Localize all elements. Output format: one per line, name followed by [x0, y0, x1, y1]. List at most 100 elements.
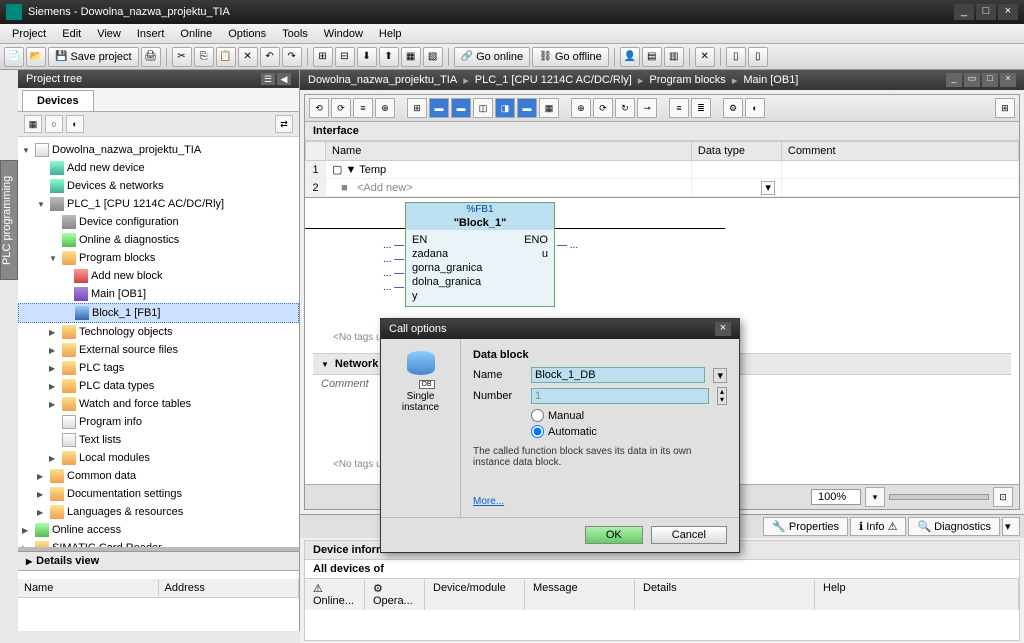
tree-local-modules[interactable]: ▶Local modules [18, 449, 299, 467]
tree-common-data[interactable]: ▶Common data [18, 467, 299, 485]
tree-tool-4[interactable]: ⇄ [275, 115, 293, 133]
iface-col-name[interactable]: Name [326, 142, 692, 161]
et-2[interactable]: ⟳ [331, 98, 351, 118]
et-1[interactable]: ⟲ [309, 98, 329, 118]
et-expand[interactable]: ⊞ [995, 98, 1015, 118]
tree-root[interactable]: ▼Dowolna_nazwa_projektu_TIA [18, 141, 299, 159]
info-tab[interactable]: ℹInfo ⚠ [850, 517, 906, 536]
undo-button[interactable]: ↶ [260, 47, 280, 67]
editor-restore[interactable]: ▭ [964, 73, 980, 87]
menu-edit[interactable]: Edit [54, 28, 89, 40]
et-16[interactable]: ≡ [669, 98, 689, 118]
tool-button-2[interactable]: ⊟ [335, 47, 355, 67]
zoom-slider[interactable] [889, 494, 989, 500]
minimize-button[interactable]: _ [954, 4, 974, 20]
et-13[interactable]: ⟳ [593, 98, 613, 118]
iface-col-comment[interactable]: Comment [781, 142, 1018, 161]
di-col-details[interactable]: Details [635, 579, 815, 610]
tree-add-device[interactable]: Add new device [18, 159, 299, 177]
number-spinner[interactable]: ▴▾ [717, 387, 727, 405]
go-online-button[interactable]: 🔗 Go online [454, 47, 531, 67]
tree-add-block[interactable]: Add new block [18, 267, 299, 285]
open-button[interactable]: 📂 [26, 47, 46, 67]
download-button[interactable]: ⬇ [357, 47, 377, 67]
dialog-close-button[interactable]: × [715, 322, 731, 336]
tool-button-5[interactable]: 👤 [620, 47, 640, 67]
et-11[interactable]: ▦ [539, 98, 559, 118]
tool-button-1[interactable]: ⊞ [313, 47, 333, 67]
et-3[interactable]: ≡ [353, 98, 373, 118]
tree-watch-tables[interactable]: ▶Watch and force tables [18, 395, 299, 413]
upload-button[interactable]: ⬆ [379, 47, 399, 67]
iface-addnew-row[interactable]: ■ <Add new> [326, 179, 692, 197]
et-17[interactable]: ≣ [691, 98, 711, 118]
menu-project[interactable]: Project [4, 28, 54, 40]
zoom-fit[interactable]: ⊡ [993, 487, 1013, 507]
manual-radio[interactable] [531, 409, 544, 422]
fb-block-instance[interactable]: %FB1 "Block_1" EN zadana gorna_granica d… [405, 202, 555, 307]
db-name-input[interactable] [531, 367, 705, 383]
et-15[interactable]: ⊸ [637, 98, 657, 118]
tree-text-lists[interactable]: Text lists [18, 431, 299, 449]
menu-window[interactable]: Window [316, 28, 371, 40]
new-button[interactable]: 📄 [4, 47, 24, 67]
bc-plc[interactable]: PLC_1 [CPU 1214C AC/DC/Rly] [475, 74, 632, 86]
details-view-title[interactable]: Details view [18, 552, 299, 571]
tool-button-9[interactable]: ▯ [726, 47, 746, 67]
tree-doc-settings[interactable]: ▶Documentation settings [18, 485, 299, 503]
save-project-button[interactable]: 💾 Save project [48, 47, 139, 67]
et-5[interactable]: ⊞ [407, 98, 427, 118]
cancel-button[interactable]: Cancel [651, 526, 727, 544]
bc-blocks[interactable]: Program blocks [649, 74, 725, 86]
redo-button[interactable]: ↷ [282, 47, 302, 67]
menu-view[interactable]: View [89, 28, 129, 40]
et-8[interactable]: ◫ [473, 98, 493, 118]
print-button[interactable]: 🖨 [141, 47, 161, 67]
tree-tool-1[interactable]: ▦ [24, 115, 42, 133]
tool-button-7[interactable]: ▥ [664, 47, 684, 67]
tree-plc-tags[interactable]: ▶PLC tags [18, 359, 299, 377]
menu-options[interactable]: Options [220, 28, 274, 40]
bc-main[interactable]: Main [OB1] [743, 74, 798, 86]
iface-temp-row[interactable]: ▢ ▼ Temp [326, 161, 692, 179]
cut-button[interactable]: ✂ [172, 47, 192, 67]
zoom-value[interactable]: 100% [811, 489, 861, 505]
tree-online-access[interactable]: ▶Online access [18, 521, 299, 539]
tree-block1-fb1[interactable]: Block_1 [FB1] [18, 303, 299, 323]
tool-button-8[interactable]: ✕ [695, 47, 715, 67]
editor-maximize[interactable]: □ [982, 73, 998, 87]
tree-lang-res[interactable]: ▶Languages & resources [18, 503, 299, 521]
et-9[interactable]: ◨ [495, 98, 515, 118]
editor-minimize[interactable]: _ [946, 73, 962, 87]
devices-tab[interactable]: Devices [22, 90, 94, 111]
menu-help[interactable]: Help [371, 28, 410, 40]
diagnostics-tab[interactable]: 🔍Diagnostics [908, 517, 1000, 536]
copy-button[interactable]: ⎘ [194, 47, 214, 67]
ok-button[interactable]: OK [585, 526, 643, 544]
tree-tool-2[interactable]: ○ [45, 115, 63, 133]
tree-card-reader[interactable]: ▶SIMATIC Card Reader [18, 539, 299, 547]
editor-close[interactable]: × [1000, 73, 1016, 87]
menu-tools[interactable]: Tools [274, 28, 316, 40]
et-10[interactable]: ▬ [517, 98, 537, 118]
menu-online[interactable]: Online [172, 28, 220, 40]
tree-tech-objects[interactable]: ▶Technology objects [18, 323, 299, 341]
iface-col-type[interactable]: Data type [691, 142, 781, 161]
panel-collapse-button[interactable]: ◀ [277, 73, 291, 85]
tree-tool-3[interactable]: ◐ [66, 115, 84, 133]
tree-ext-sources[interactable]: ▶External source files [18, 341, 299, 359]
tool-button-4[interactable]: ▧ [423, 47, 443, 67]
di-col-opera[interactable]: ⚙ Opera... [365, 579, 425, 610]
et-6[interactable]: ▬ [429, 98, 449, 118]
et-18[interactable]: ⚙ [723, 98, 743, 118]
close-button[interactable]: × [998, 4, 1018, 20]
di-col-message[interactable]: Message [525, 579, 635, 610]
zoom-dropdown[interactable]: ▾ [865, 487, 885, 507]
et-7[interactable]: ▬ [451, 98, 471, 118]
di-col-device[interactable]: Device/module [425, 579, 525, 610]
menu-insert[interactable]: Insert [129, 28, 173, 40]
tree-devices-networks[interactable]: Devices & networks [18, 177, 299, 195]
tree-online-diag[interactable]: Online & diagnostics [18, 231, 299, 249]
panel-menu-button[interactable]: ☰ [261, 73, 275, 85]
tool-button-10[interactable]: ▯ [748, 47, 768, 67]
